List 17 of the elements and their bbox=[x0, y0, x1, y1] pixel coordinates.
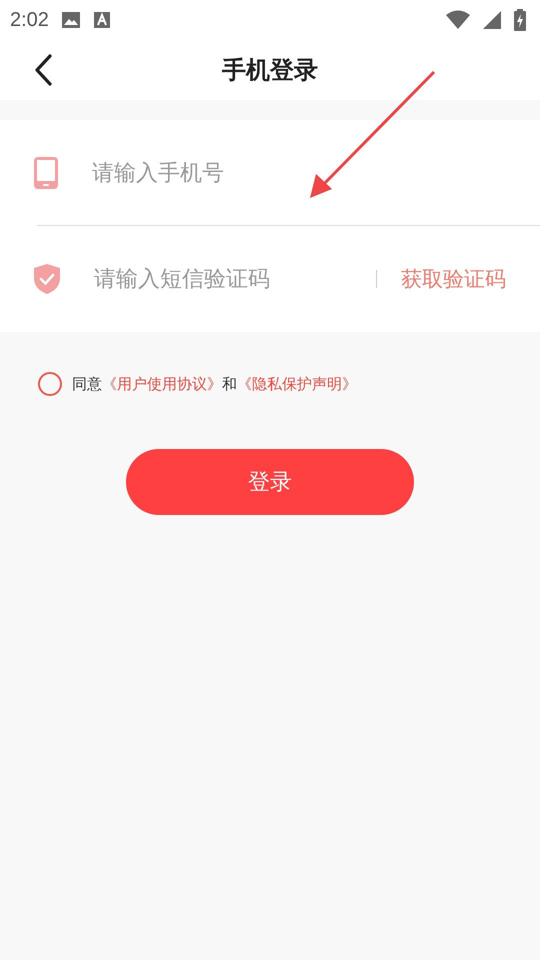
agreement-link[interactable]: 《隐私保护声明》 bbox=[237, 374, 357, 392]
phone-icon bbox=[34, 157, 58, 189]
battery-icon bbox=[514, 9, 526, 31]
agreement-link[interactable]: 《用户使用协议》 bbox=[102, 374, 222, 392]
image-icon bbox=[60, 11, 81, 29]
status-time: 2:02 bbox=[10, 8, 49, 32]
login-button[interactable]: 登录 bbox=[126, 449, 414, 515]
font-icon bbox=[92, 11, 111, 29]
agree-checkbox[interactable] bbox=[38, 372, 62, 396]
input-field[interactable]: 请输入短信验证码 bbox=[94, 266, 376, 292]
page-title: 手机登录 bbox=[222, 55, 318, 86]
agreement-text: 同意《用户使用协议》和《隐私保护声明》 bbox=[72, 374, 357, 394]
get-code-button[interactable]: 获取验证码 bbox=[401, 265, 540, 293]
wifi-icon bbox=[446, 10, 470, 30]
signal-icon bbox=[482, 10, 502, 30]
shield-check-icon bbox=[34, 264, 60, 294]
input-field[interactable]: 请输入手机号 bbox=[92, 160, 540, 186]
